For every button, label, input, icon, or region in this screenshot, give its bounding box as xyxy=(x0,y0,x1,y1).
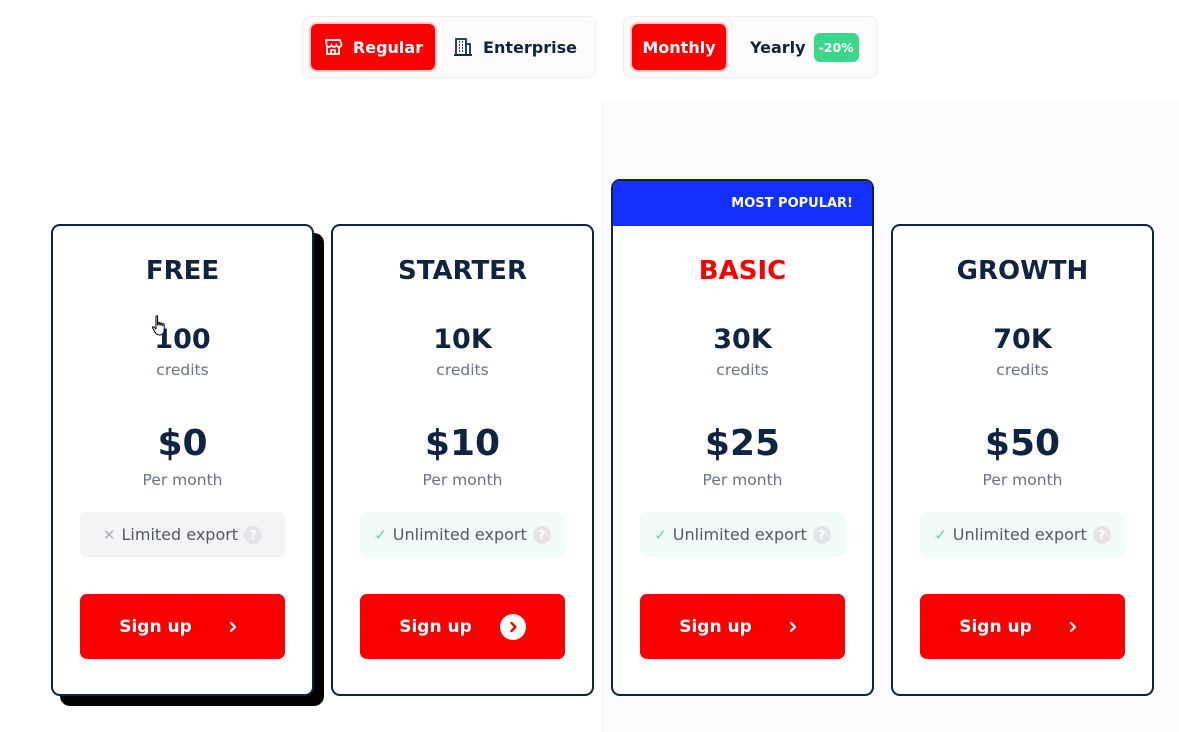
store-icon xyxy=(323,37,343,57)
check-icon: ✓ xyxy=(374,525,387,544)
billing-period-toggle: Monthly Yearly -20% xyxy=(623,16,878,78)
chevron-right-circle-icon xyxy=(499,613,526,640)
check-icon: ✓ xyxy=(654,525,667,544)
most-popular-ribbon: MOST POPULAR! xyxy=(613,181,872,226)
feature-label: Limited export xyxy=(121,525,239,544)
plan-credits-unit: credits xyxy=(436,361,489,379)
sign-up-label: Sign up xyxy=(119,616,192,637)
plan-period: Per month xyxy=(702,471,783,489)
enterprise-toggle-label: Enterprise xyxy=(483,37,577,57)
monthly-toggle-label: Monthly xyxy=(642,37,716,57)
feature-label: Unlimited export xyxy=(392,525,527,544)
plan-name: GROWTH xyxy=(956,256,1089,286)
feature-label: Unlimited export xyxy=(672,525,807,544)
plan-credits: 100 xyxy=(154,324,211,355)
enterprise-toggle-button[interactable]: Enterprise xyxy=(449,24,581,70)
regular-toggle-label: Regular xyxy=(352,37,424,57)
chevron-right-icon xyxy=(1060,614,1086,640)
feature-item: ✓ Unlimited export ? xyxy=(360,512,565,557)
plan-price: $0 xyxy=(157,423,208,464)
help-icon[interactable]: ? xyxy=(244,525,263,544)
sign-up-button[interactable]: Sign up xyxy=(80,594,285,659)
plan-name: FREE xyxy=(145,256,220,286)
plan-card-basic: MOST POPULAR! BASIC 30K credits $25 Per … xyxy=(611,179,874,696)
sign-up-label: Sign up xyxy=(679,616,752,637)
chevron-right-icon xyxy=(220,614,246,640)
regular-toggle-button[interactable]: Regular xyxy=(311,24,435,70)
feature-label: Unlimited export xyxy=(952,525,1087,544)
plan-card-growth: GROWTH 70K credits $50 Per month ✓ Unlim… xyxy=(891,224,1154,696)
plan-price: $10 xyxy=(424,423,501,464)
plan-credits: 10K xyxy=(433,324,492,355)
plan-price: $50 xyxy=(984,423,1061,464)
plan-period: Per month xyxy=(982,471,1063,489)
discount-badge: -20% xyxy=(813,32,859,62)
yearly-toggle-button[interactable]: Yearly -20% xyxy=(742,24,860,70)
plan-credits-unit: credits xyxy=(716,361,769,379)
chevron-right-icon xyxy=(780,614,806,640)
cross-icon: ✕ xyxy=(102,525,116,544)
sign-up-button[interactable]: Sign up xyxy=(360,594,565,659)
plan-credits-unit: credits xyxy=(156,361,209,379)
sign-up-button[interactable]: Sign up xyxy=(640,594,845,659)
building-icon xyxy=(453,37,473,57)
plan-credits-unit: credits xyxy=(996,361,1049,379)
help-icon[interactable]: ? xyxy=(532,525,551,544)
feature-item: ✓ Unlimited export ? xyxy=(920,512,1125,557)
check-icon: ✓ xyxy=(934,525,947,544)
plan-price: $25 xyxy=(704,423,781,464)
plan-period: Per month xyxy=(422,471,503,489)
sign-up-button[interactable]: Sign up xyxy=(920,594,1125,659)
most-popular-label: MOST POPULAR! xyxy=(731,196,853,211)
plan-period: Per month xyxy=(142,471,223,489)
plan-name: BASIC xyxy=(698,256,787,286)
help-icon[interactable]: ? xyxy=(1092,525,1111,544)
yearly-toggle-label: Yearly xyxy=(750,37,806,57)
plan-credits: 70K xyxy=(993,324,1052,355)
plan-type-toggle: Regular Enterprise xyxy=(302,16,596,78)
feature-item: ✓ Unlimited export ? xyxy=(640,512,845,557)
plan-card-free: FREE 100 credits $0 Per month ✕ Limited … xyxy=(51,224,314,696)
sign-up-label: Sign up xyxy=(959,616,1032,637)
sign-up-label: Sign up xyxy=(399,616,472,637)
monthly-toggle-button[interactable]: Monthly xyxy=(632,24,726,70)
plan-credits: 30K xyxy=(713,324,772,355)
feature-item: ✕ Limited export ? xyxy=(80,512,285,557)
plan-card-starter: STARTER 10K credits $10 Per month ✓ Unli… xyxy=(331,224,594,696)
hand-cursor-icon xyxy=(150,314,170,338)
plan-name: STARTER xyxy=(398,256,527,286)
help-icon[interactable]: ? xyxy=(812,525,831,544)
